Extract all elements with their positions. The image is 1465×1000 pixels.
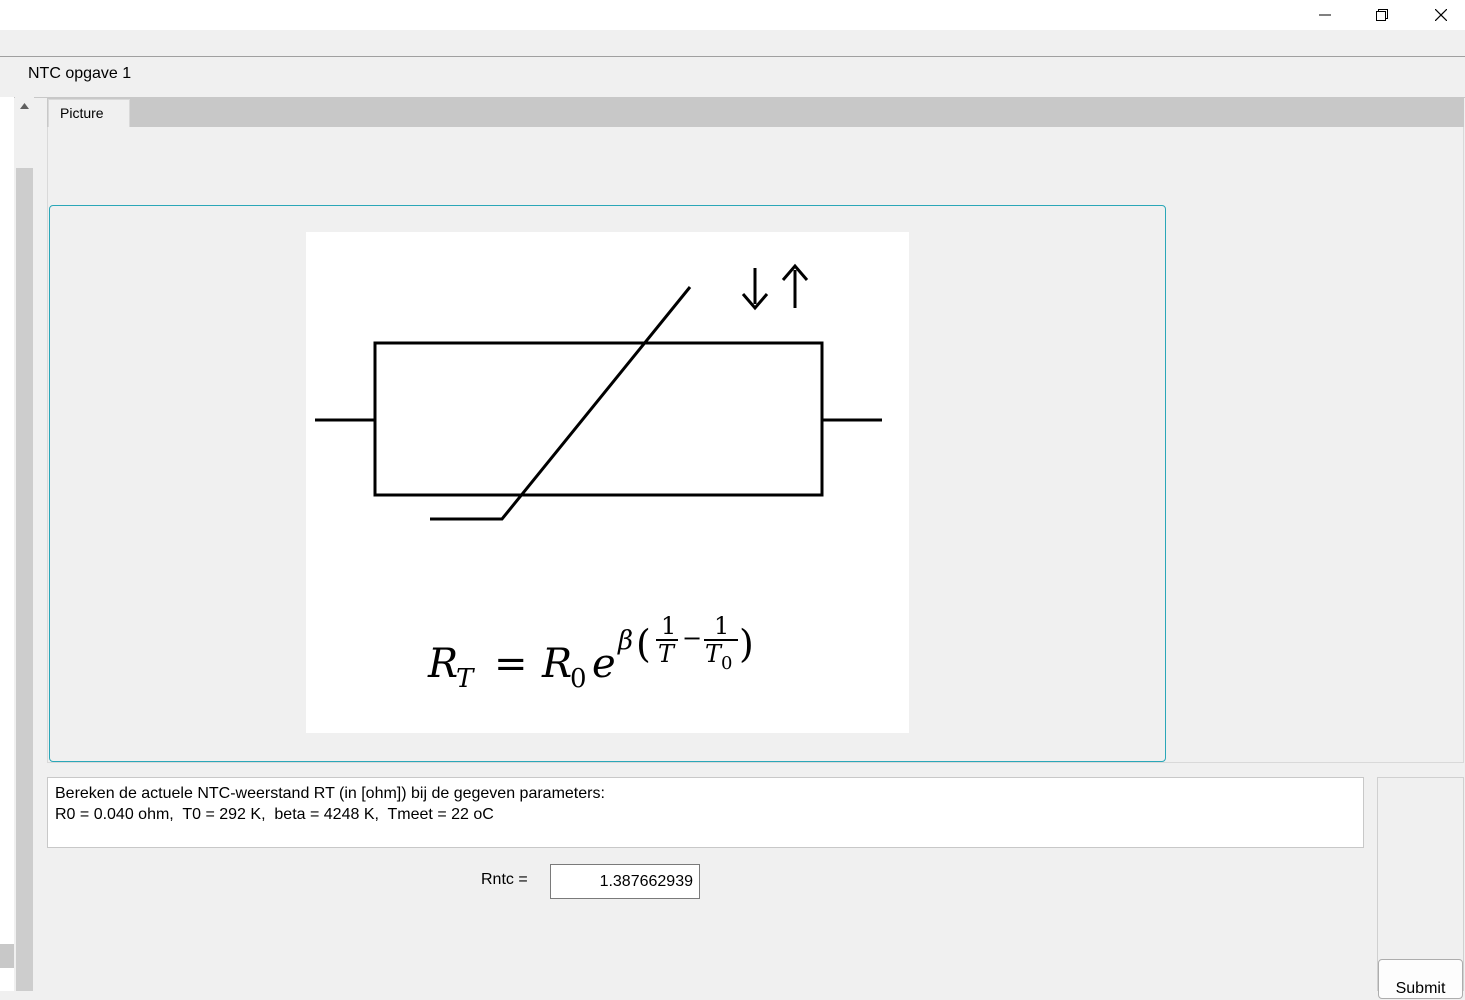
svg-text:T: T <box>456 664 475 694</box>
question-line-1: Bereken de actuele NTC-weerstand RT (in … <box>55 785 605 802</box>
svg-text:): ) <box>739 622 754 666</box>
answer-label: Rntc = <box>481 871 528 888</box>
window-titlebar <box>0 0 1465 30</box>
arrow-up-icon <box>781 263 809 308</box>
question-line-2: R0 = 0.040 ohm, T0 = 292 K, beta = 4248 … <box>55 806 494 823</box>
left-panel-strip <box>0 97 14 991</box>
svg-text:−: − <box>682 624 702 652</box>
submit-button[interactable]: Submit <box>1378 959 1463 999</box>
tab-picture[interactable]: Picture <box>48 99 130 128</box>
svg-text:R: R <box>541 641 572 687</box>
svg-text:e: e <box>592 641 616 687</box>
ntc-diagram: R T = R 0 e β ( 1 T − 1 T 0 ) <box>306 232 909 733</box>
restore-icon[interactable] <box>1359 0 1405 30</box>
page-title: NTC opgave 1 <box>28 65 132 82</box>
svg-text:1: 1 <box>661 612 676 640</box>
svg-text:0: 0 <box>570 664 587 694</box>
left-panel-marker <box>0 944 14 968</box>
scrollbar-thumb[interactable] <box>16 168 33 991</box>
question-text-box: Bereken de actuele NTC-weerstand RT (in … <box>47 777 1364 848</box>
close-icon[interactable] <box>1418 0 1464 30</box>
svg-text:(: ( <box>636 622 651 666</box>
svg-text:=: = <box>494 641 528 687</box>
svg-text:R: R <box>427 641 458 687</box>
ntc-formula: R T = R 0 e β ( 1 T − 1 T 0 ) <box>427 612 754 694</box>
arrow-down-icon <box>741 268 769 311</box>
menu-bar <box>0 30 1465 57</box>
svg-text:β: β <box>617 626 633 656</box>
svg-text:0: 0 <box>721 653 732 674</box>
scroll-up-icon[interactable] <box>15 97 34 115</box>
answer-input[interactable] <box>550 864 700 899</box>
tab-strip <box>47 98 1464 127</box>
resistor-body <box>373 341 824 497</box>
minimize-icon[interactable] <box>1302 0 1348 30</box>
svg-text:1: 1 <box>714 612 729 640</box>
svg-text:T: T <box>658 640 676 668</box>
nonlinear-line <box>430 286 692 521</box>
